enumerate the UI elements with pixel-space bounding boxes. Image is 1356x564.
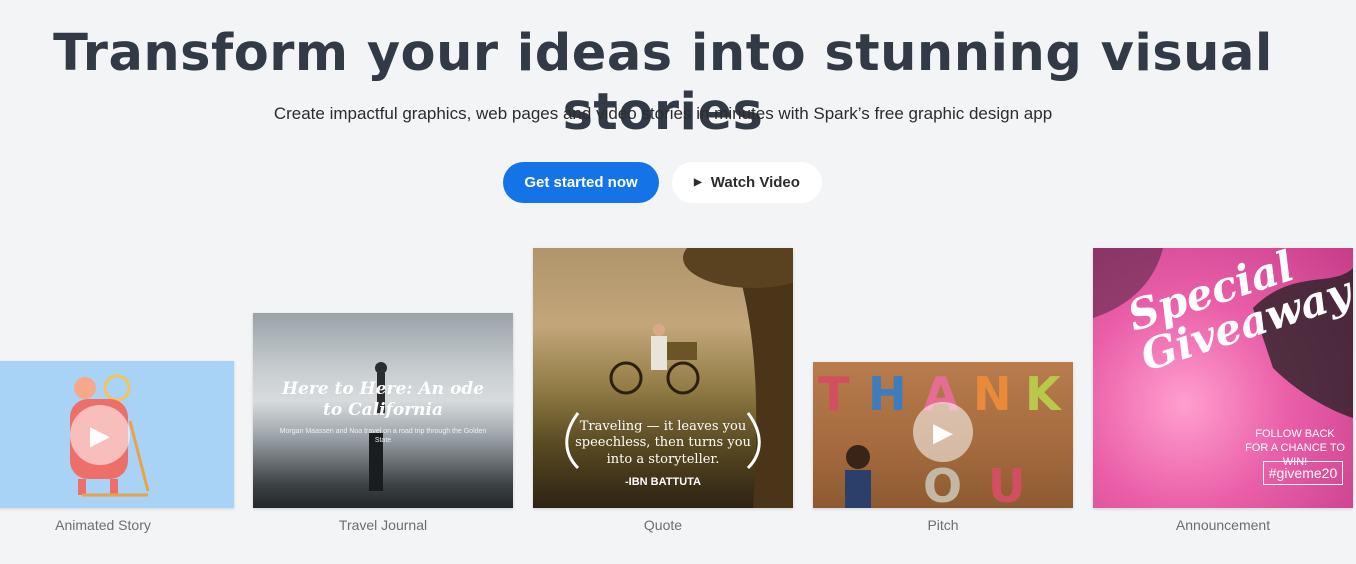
card-label-pitch: Pitch [927, 517, 959, 533]
announcement-card[interactable]: Special Giveaway FOLLOW BACK FOR A CHANC… [1093, 248, 1353, 508]
play-icon[interactable]: ▶ [70, 405, 130, 465]
svg-text:T: T [818, 367, 855, 421]
watch-video-button[interactable]: ▶ Watch Video [672, 162, 822, 203]
play-icon: ▶ [694, 177, 702, 188]
quote-text: Traveling — it leaves you speechless, th… [575, 419, 751, 467]
animated-story-card[interactable]: ▶ [0, 361, 234, 508]
card-label-quote: Quote [643, 517, 683, 533]
hero-subtitle: Create impactful graphics, web pages and… [273, 104, 1053, 123]
watch-video-label: Watch Video [710, 174, 800, 191]
travel-journal-subtitle: Morgan Maassen and Noa travel on a road … [279, 428, 487, 445]
travel-journal-card[interactable]: Here to Here: An ode to California Morga… [253, 313, 513, 508]
svg-text:K: K [1025, 367, 1067, 421]
quote-author: -IBN BATTUTA [625, 476, 701, 488]
card-label-animated-story: Animated Story [55, 517, 151, 533]
play-icon[interactable]: ▶ [913, 402, 973, 462]
svg-text:O: O [923, 459, 962, 508]
card-label-travel-journal: Travel Journal [338, 517, 428, 533]
card-label-announcement: Announcement [1175, 517, 1271, 533]
svg-text:H: H [868, 367, 913, 421]
svg-text:N: N [973, 367, 1018, 421]
laurel-icon [565, 412, 761, 470]
hero-title: Transform your ideas into stunning visua… [53, 24, 1273, 142]
travel-journal-title: Here to Here: An ode to California [281, 379, 485, 421]
pitch-card[interactable]: T H A N K O U ▶ [813, 362, 1073, 508]
promo-hashtag: #giveme20 [1263, 461, 1343, 485]
get-started-button[interactable]: Get started now [503, 162, 659, 203]
quote-card[interactable]: Traveling — it leaves you speechless, th… [533, 248, 793, 508]
svg-text:U: U [988, 459, 1025, 508]
